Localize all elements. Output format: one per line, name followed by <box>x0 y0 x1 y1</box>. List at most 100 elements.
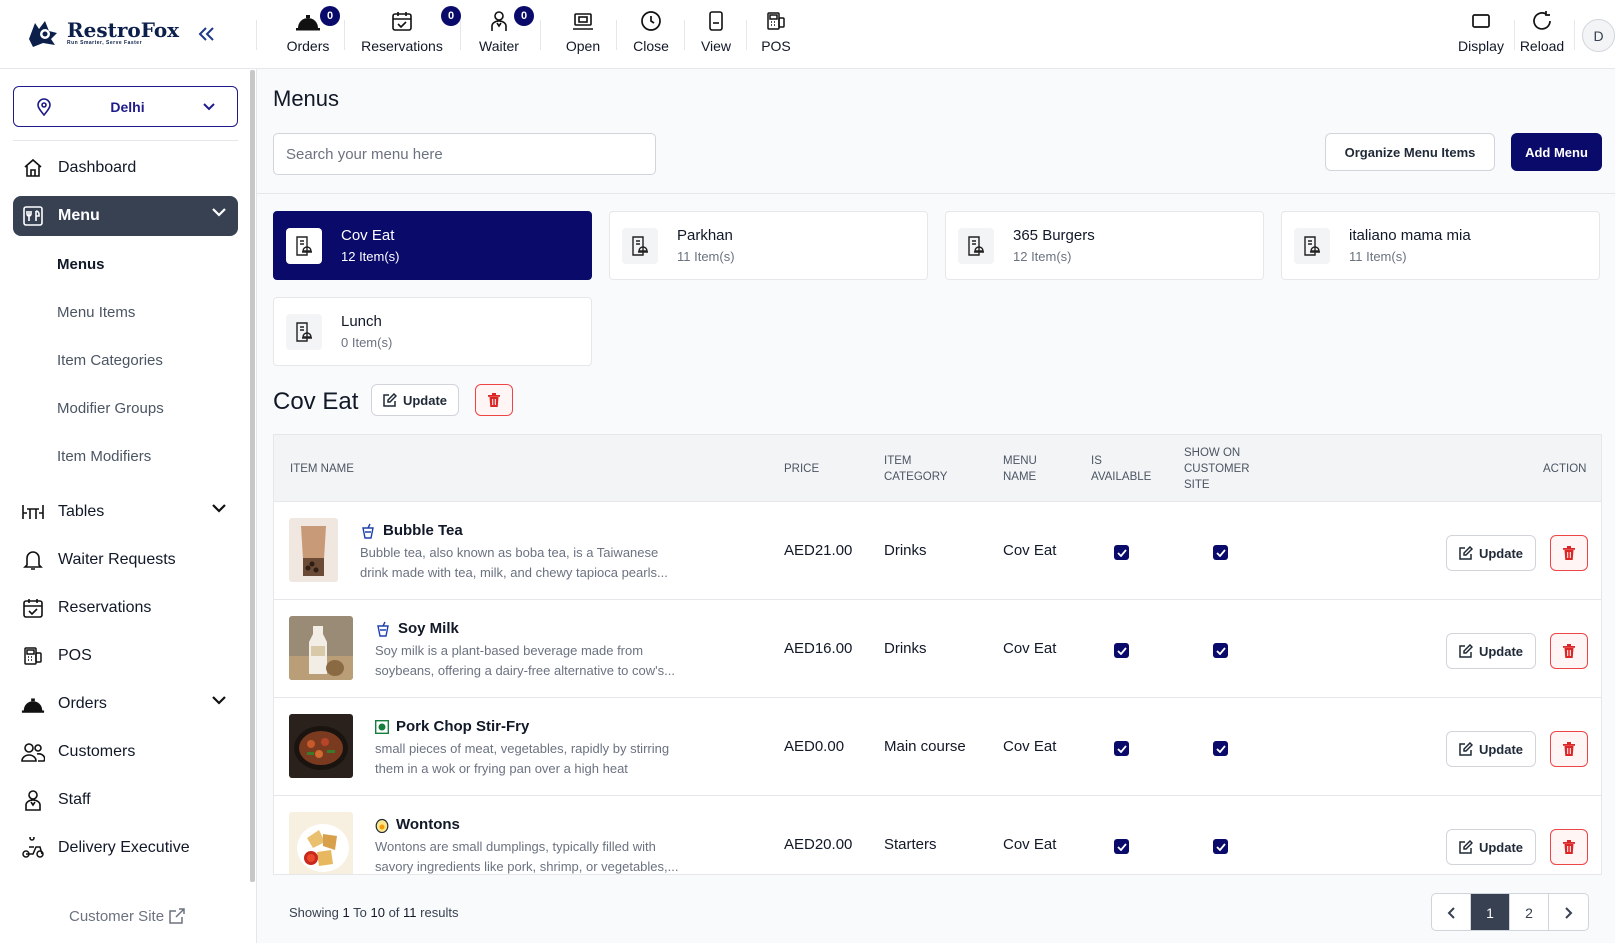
organize-menu-items-button[interactable]: Organize Menu Items <box>1325 133 1495 171</box>
edit-icon <box>1459 840 1473 854</box>
sidebar-item-label: Tables <box>58 503 105 520</box>
topbar-display-button[interactable]: Display <box>1456 8 1506 58</box>
sidebar-scrollbar[interactable] <box>250 70 255 882</box>
item-price: AED16.00 <box>784 640 853 657</box>
user-avatar[interactable]: D <box>1582 19 1615 52</box>
search-input[interactable]: Search your menu here <box>273 133 656 175</box>
show-on-site-checkbox[interactable] <box>1213 643 1228 658</box>
topbar-reservations-button[interactable]: Reservations 0 <box>356 6 461 58</box>
delete-item-button[interactable] <box>1550 829 1588 865</box>
sidebar-item-dashboard[interactable]: Dashboard <box>13 148 238 188</box>
register-icon <box>572 8 594 34</box>
home-icon <box>21 156 45 180</box>
submenu-item-categories[interactable]: Item Categories <box>57 352 163 369</box>
show-on-site-checkbox[interactable] <box>1213 741 1228 756</box>
topbar-reload-button[interactable]: Reload <box>1518 8 1566 58</box>
topbar-orders-label: Orders <box>286 38 330 54</box>
next-page-button[interactable] <box>1549 894 1588 930</box>
is-available-checkbox[interactable] <box>1114 643 1129 658</box>
topbar-close-button[interactable]: Close <box>630 8 672 58</box>
topbar-waiter-button[interactable]: Waiter 0 <box>476 6 534 58</box>
delete-item-button[interactable] <box>1550 731 1588 767</box>
delete-item-button[interactable] <box>1550 633 1588 669</box>
column-item-name: ITEM NAME <box>290 463 354 475</box>
sidebar-item-pos[interactable]: POS <box>13 636 238 676</box>
topbar-view-label: View <box>700 38 732 54</box>
item-thumbnail <box>289 812 353 874</box>
menu-items-table: ITEM NAME PRICE ITEM CATEGORY MENU NAME IS… <box>273 434 1602 875</box>
item-name[interactable]: Bubble Tea <box>360 522 463 539</box>
topbar-view-button[interactable]: View <box>697 8 735 58</box>
brand-logo[interactable]: RestroFox Run Smarter, Serve Faster <box>25 17 179 49</box>
page-2-button[interactable]: 2 <box>1510 894 1549 930</box>
clock-icon <box>640 8 662 34</box>
sidebar-item-delivery-executive[interactable]: Delivery Executive <box>13 828 238 868</box>
edit-icon <box>383 393 397 407</box>
topbar-orders-button[interactable]: Orders 0 <box>284 6 340 58</box>
update-menu-button[interactable]: Update <box>371 384 459 416</box>
update-item-button[interactable]: Update <box>1446 731 1536 767</box>
menu-card-lunch[interactable]: Lunch 0 Item(s) <box>273 297 592 366</box>
sidebar-item-orders[interactable]: Orders <box>13 684 238 724</box>
sidebar-item-reservations[interactable]: Reservations <box>13 588 238 628</box>
item-category: Starters <box>884 836 937 853</box>
chevron-down-icon <box>212 208 226 217</box>
sidebar-item-waiter-requests[interactable]: Waiter Requests <box>13 540 238 580</box>
submenu-menu-items[interactable]: Menu Items <box>57 304 135 321</box>
delete-menu-button[interactable] <box>475 384 513 416</box>
cloche-icon <box>21 692 45 716</box>
item-description: Wontons are small dumplings, typically f… <box>375 839 679 874</box>
update-item-button[interactable]: Update <box>1446 535 1536 571</box>
menu-card-italiano-mama-mia[interactable]: italiano mama mia 11 Item(s) <box>1281 211 1600 280</box>
location-selector[interactable]: Delhi <box>13 86 238 127</box>
trash-icon <box>1563 546 1575 560</box>
sidebar-item-menu[interactable]: Menu <box>13 196 238 236</box>
show-on-site-checkbox[interactable] <box>1213 839 1228 854</box>
menu-card-count: 0 Item(s) <box>341 335 393 350</box>
item-name[interactable]: Wontons <box>375 816 460 833</box>
topbar-open-button[interactable]: Open <box>562 8 604 58</box>
item-name[interactable]: Pork Chop Stir-Fry <box>375 718 529 735</box>
menu-card-icon <box>622 227 658 264</box>
submenu-menus[interactable]: Menus <box>57 256 105 273</box>
sidebar-item-tables[interactable]: Tables <box>13 492 238 532</box>
header-divider <box>257 193 1615 194</box>
is-available-checkbox[interactable] <box>1114 741 1129 756</box>
sidebar-item-customers[interactable]: Customers <box>13 732 238 772</box>
topbar-pos-button[interactable]: POS <box>756 8 796 58</box>
update-item-button[interactable]: Update <box>1446 829 1536 865</box>
sidebar-item-staff[interactable]: Staff <box>13 780 238 820</box>
table-row: Wontons Wontons are small dumplings, typ… <box>274 796 1601 874</box>
add-menu-button[interactable]: Add Menu <box>1511 133 1602 171</box>
topbar-reload-label: Reload <box>1519 38 1565 54</box>
sidebar-item-label: Dashboard <box>58 159 137 176</box>
item-category: Main course <box>884 738 966 755</box>
item-price: AED21.00 <box>784 542 853 559</box>
topbar-display-label: Display <box>1458 38 1504 54</box>
submenu-modifier-groups[interactable]: Modifier Groups <box>57 400 164 417</box>
bell-outline-icon <box>21 548 45 572</box>
check-icon <box>1116 842 1127 851</box>
customer-site-link[interactable]: Customer Site <box>69 907 186 925</box>
submenu-item-modifiers[interactable]: Item Modifiers <box>57 448 151 465</box>
topbar-open-label: Open <box>565 38 601 54</box>
menu-card-parkhan[interactable]: Parkhan 11 Item(s) <box>609 211 928 280</box>
column-menu-name: MENU NAME <box>1003 455 1037 483</box>
table-row: Pork Chop Stir-Fry small pieces of meat,… <box>274 698 1601 796</box>
edit-icon <box>1459 742 1473 756</box>
prev-page-button[interactable] <box>1432 894 1471 930</box>
menu-card-365-burgers[interactable]: 365 Burgers 12 Item(s) <box>945 211 1264 280</box>
calendar-check-icon <box>21 596 45 620</box>
menu-card-cov-eat[interactable]: Cov Eat 12 Item(s) <box>273 211 592 280</box>
is-available-checkbox[interactable] <box>1114 839 1129 854</box>
collapse-sidebar-icon[interactable] <box>196 24 216 44</box>
is-available-checkbox[interactable] <box>1114 545 1129 560</box>
drink-icon <box>377 621 389 637</box>
check-icon <box>1215 646 1226 655</box>
delete-item-button[interactable] <box>1550 535 1588 571</box>
show-on-site-checkbox[interactable] <box>1213 545 1228 560</box>
item-name[interactable]: Soy Milk <box>375 620 459 637</box>
page-1-button[interactable]: 1 <box>1471 894 1510 930</box>
update-item-button[interactable]: Update <box>1446 633 1536 669</box>
chevron-down-icon <box>203 102 215 110</box>
